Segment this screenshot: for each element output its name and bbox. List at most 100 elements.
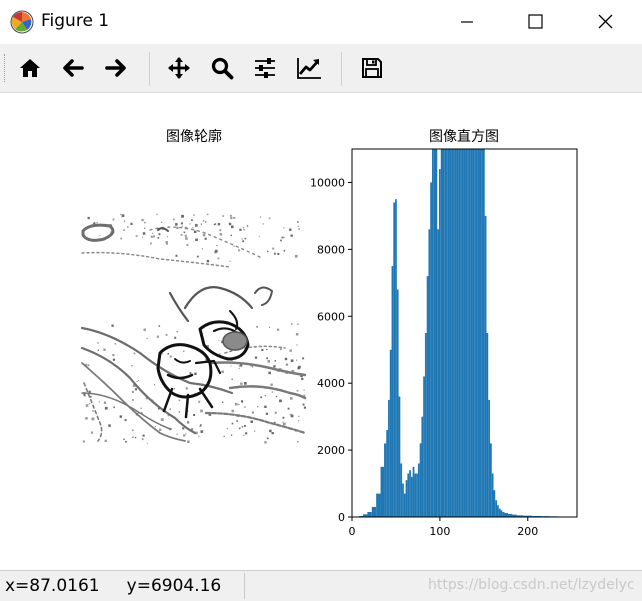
contour-speckle: [276, 396, 277, 397]
figure-canvas[interactable]: 图像轮廓: [0, 93, 642, 569]
contour-speckle: [273, 365, 275, 367]
contour-speckle: [195, 239, 198, 242]
contour-speckle: [181, 234, 183, 236]
histogram-bar: [502, 512, 504, 517]
contour-speckle: [252, 411, 254, 413]
contour-speckle: [298, 416, 299, 417]
contour-speckle: [283, 227, 284, 228]
minimize-icon: [444, 0, 490, 44]
contour-speckle: [153, 235, 155, 237]
contour-speckle: [218, 223, 220, 225]
contour-speckle: [99, 401, 100, 402]
histogram-bar: [400, 463, 402, 517]
forward-button[interactable]: [100, 52, 132, 84]
contour-speckle: [267, 438, 269, 440]
histogram-bar: [409, 470, 411, 517]
close-button[interactable]: [582, 0, 628, 44]
contour-speckle: [285, 358, 287, 360]
contour-speckle: [203, 220, 205, 222]
contour-speckle: [205, 221, 206, 222]
save-button[interactable]: [356, 52, 388, 84]
contour-speckle: [144, 329, 146, 331]
customize-button[interactable]: [292, 52, 324, 84]
contour-speckle: [99, 235, 100, 236]
contour-speckle: [291, 359, 294, 362]
histogram-bar: [472, 149, 474, 517]
contour-speckle: [120, 415, 122, 417]
contour-speckle: [268, 360, 271, 363]
contour-speckle: [270, 384, 272, 386]
contour-speckle: [92, 410, 93, 411]
contour-speckle: [215, 250, 218, 253]
x-tick-label: 100: [429, 525, 450, 538]
contour-speckle: [260, 216, 261, 217]
subplots-button[interactable]: [249, 52, 281, 84]
contour-speckle: [272, 391, 274, 393]
contour-speckle: [291, 414, 292, 415]
cursor-y-readout: y=6904.16: [127, 576, 222, 596]
minimize-button[interactable]: [444, 0, 490, 44]
contour-speckle: [132, 391, 134, 393]
histogram-bar: [402, 484, 404, 517]
y-tick-label: 0: [338, 511, 345, 524]
contour-speckle: [220, 233, 222, 235]
contour-speckle: [217, 245, 218, 246]
histogram-bar: [423, 376, 425, 517]
y-tick-label: 10000: [310, 176, 345, 189]
histogram-bar: [476, 149, 478, 517]
maximize-button[interactable]: [512, 0, 558, 44]
contour-speckle: [243, 227, 244, 228]
contour-speckle: [179, 400, 181, 402]
contour-speckle: [190, 372, 192, 374]
contour-speckle: [238, 404, 239, 405]
zoom-button[interactable]: [206, 52, 238, 84]
contour-speckle: [241, 400, 243, 402]
histogram-bar: [407, 474, 409, 517]
maximize-icon: [512, 0, 558, 44]
contour-speckle: [268, 372, 271, 375]
contour-speckle: [236, 420, 238, 422]
contour-speckle: [179, 411, 180, 412]
contour-speckle: [201, 430, 204, 433]
contour-speckle: [230, 215, 232, 217]
histogram-bar: [381, 467, 385, 517]
histogram-bar: [465, 149, 467, 517]
histogram-bar: [395, 199, 397, 517]
back-button[interactable]: [57, 52, 89, 84]
contour-speckle: [89, 403, 90, 404]
contour-speckle: [272, 248, 274, 250]
histogram-bar: [420, 443, 422, 517]
home-button[interactable]: [14, 52, 46, 84]
contour-speckle: [232, 410, 235, 413]
contour-speckle: [218, 340, 219, 341]
contour-speckle: [166, 334, 168, 336]
contour-speckle: [286, 364, 288, 366]
contour-speckle: [277, 329, 279, 331]
histogram-bar: [499, 509, 501, 517]
contour-speckle: [108, 424, 111, 427]
contour-speckle: [282, 422, 283, 423]
contour-speckle: [105, 407, 108, 410]
histogram-bar: [414, 474, 416, 517]
histogram-bar: [428, 229, 430, 517]
contour-speckle: [297, 324, 298, 325]
histogram-bar: [460, 149, 462, 517]
contour-speckle: [88, 217, 90, 219]
contour-speckle: [266, 349, 267, 350]
contour-speckle: [277, 253, 279, 255]
contour-speckle: [269, 218, 271, 220]
contour-speckle: [200, 410, 203, 413]
left-subplot-title: 图像轮廓: [166, 128, 222, 145]
contour-speckle: [154, 384, 155, 385]
pan-button[interactable]: [163, 52, 195, 84]
contour-speckle: [274, 253, 276, 255]
contour-speckle: [182, 427, 184, 429]
contour-speckle: [288, 408, 290, 410]
contour-speckle: [161, 222, 162, 223]
contour-speckle: [275, 360, 277, 362]
contour-speckle: [239, 229, 241, 231]
contour-speckle: [86, 404, 89, 407]
histogram-bar: [485, 216, 487, 517]
contour-speckle: [157, 336, 159, 338]
histogram-bar: [474, 149, 476, 517]
